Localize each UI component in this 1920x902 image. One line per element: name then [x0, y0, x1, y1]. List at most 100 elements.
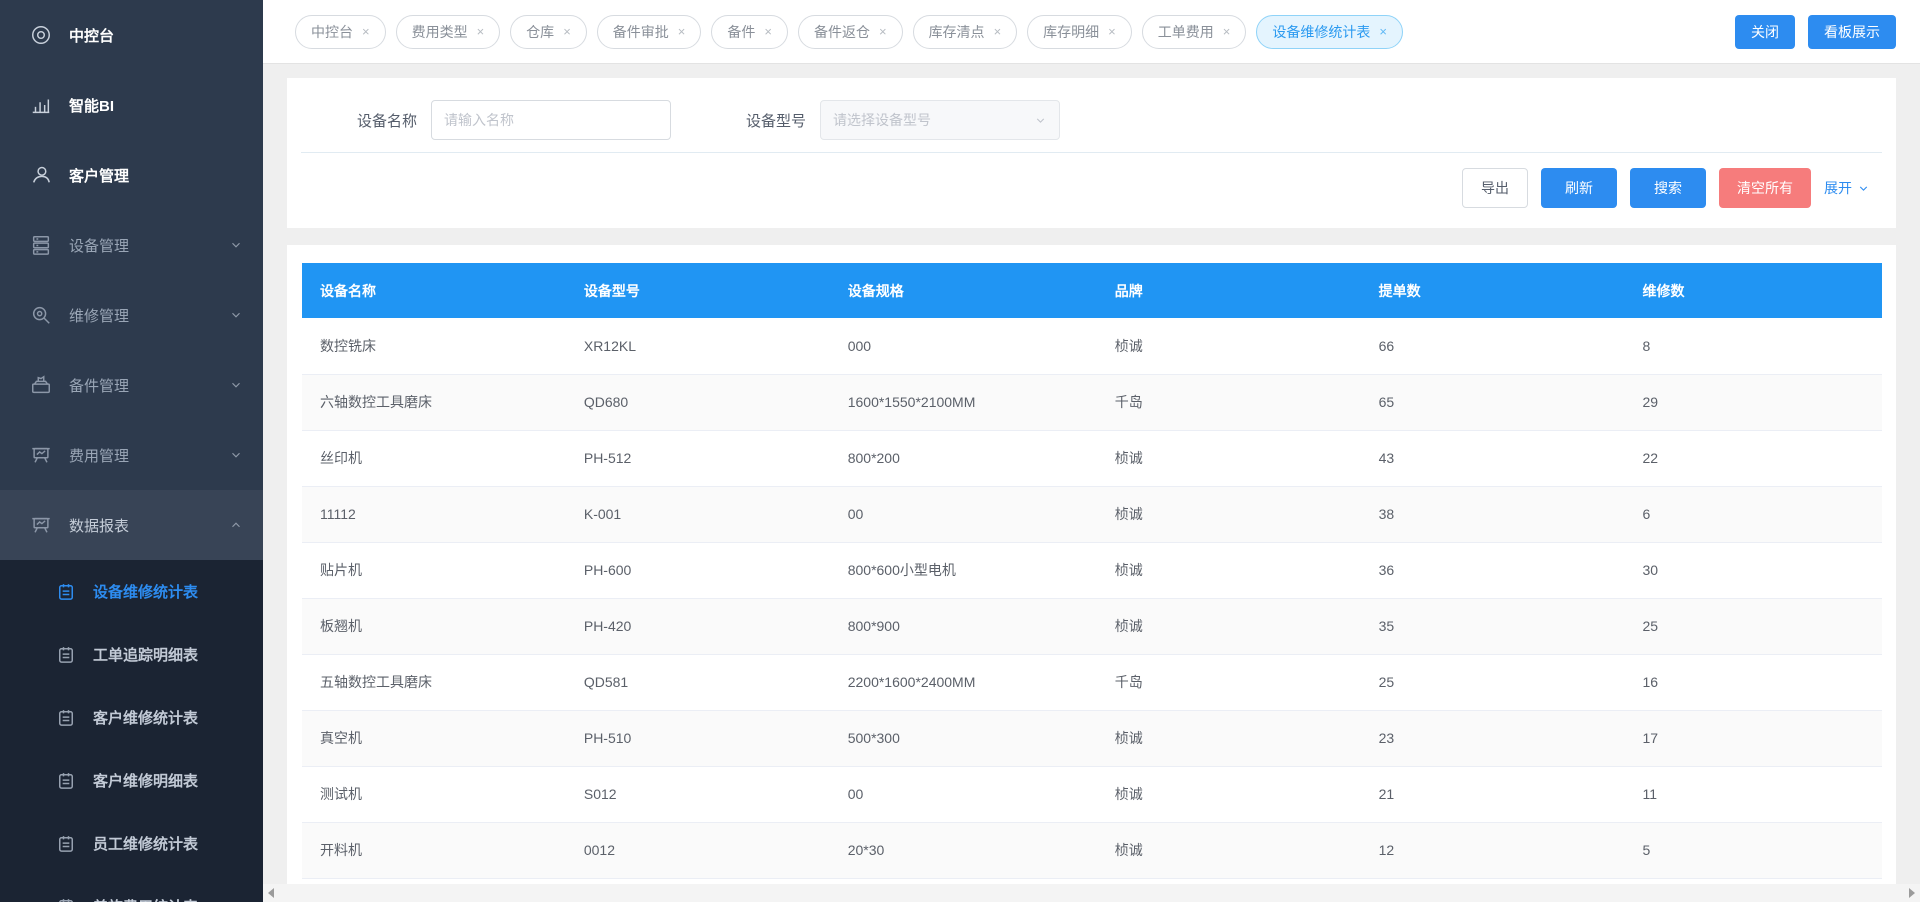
tab-close-icon[interactable]: × [477, 25, 485, 38]
cell-device-spec: 800*200 [830, 430, 1097, 486]
cell-order-count: 43 [1361, 430, 1625, 486]
sidebar-item-icon [30, 514, 52, 536]
tab-pill[interactable]: 中控台 × [295, 15, 386, 49]
clear-all-button[interactable]: 清空所有 [1719, 168, 1811, 208]
cell-order-count: 21 [1361, 766, 1625, 822]
table-row: 五轴数控工具磨床 QD581 2200*1600*2400MM 千岛 25 16 [302, 654, 1882, 710]
close-button[interactable]: 关闭 [1735, 15, 1795, 49]
sidebar-submenu-item[interactable]: 设备维修统计表 [0, 560, 263, 623]
table-header-cell: 提单数 [1361, 263, 1625, 318]
sidebar-item-label: 数据报表 [69, 515, 229, 536]
chevron-icon [229, 238, 243, 252]
cell-brand: 桢诚 [1097, 822, 1361, 878]
tab-pill[interactable]: 仓库 × [510, 15, 587, 49]
chevron-icon [229, 308, 243, 322]
sidebar-submenu-item[interactable]: 员工维修统计表 [0, 812, 263, 875]
tab-label: 备件审批 [613, 22, 669, 42]
tab-pill[interactable]: 备件返仓 × [798, 15, 903, 49]
cell-device-model: PH-512 [566, 430, 830, 486]
refresh-button[interactable]: 刷新 [1541, 168, 1617, 208]
sidebar-submenu-item[interactable]: 差旅费用统计表 [0, 875, 263, 902]
cell-device-model: QD581 [566, 654, 830, 710]
sidebar-menu-item[interactable]: 客户管理 [0, 140, 263, 210]
tab-close-icon[interactable]: × [994, 25, 1002, 38]
cell-device-spec: 000 [830, 318, 1097, 374]
sidebar-menu-item[interactable]: 费用管理 [0, 420, 263, 490]
cell-order-count: 25 [1361, 654, 1625, 710]
table-body: 数控铣床 XR12KL 000 桢诚 66 8 六轴数控工具磨床 QD680 1… [302, 318, 1882, 878]
tab-pill[interactable]: 工单费用 × [1142, 15, 1247, 49]
sidebar-item-icon [30, 24, 52, 46]
sidebar-submenu-item[interactable]: 工单追踪明细表 [0, 623, 263, 686]
cell-repair-count: 29 [1624, 374, 1882, 430]
sidebar: 中控台 智能BI 客户管理 [0, 0, 263, 902]
report-sheet-icon [56, 771, 76, 791]
sidebar-menu-item[interactable]: 数据报表 [0, 490, 263, 560]
tab-close-icon[interactable]: × [879, 25, 887, 38]
scroll-right-arrow-icon[interactable] [1909, 888, 1915, 898]
tab-label: 工单费用 [1158, 22, 1214, 42]
report-sheet-icon [56, 897, 76, 902]
table-header-cell: 品牌 [1097, 263, 1361, 318]
table-row: 数控铣床 XR12KL 000 桢诚 66 8 [302, 318, 1882, 374]
submenu-item-label: 员工维修统计表 [93, 833, 198, 854]
tab-pill[interactable]: 库存清点 × [913, 15, 1018, 49]
submenu-item-label: 设备维修统计表 [93, 581, 198, 602]
sidebar-item-label: 智能BI [69, 95, 243, 116]
device-name-label: 设备名称 [357, 110, 417, 131]
expand-label: 展开 [1824, 178, 1852, 198]
sidebar-menu-item[interactable]: 中控台 [0, 0, 263, 70]
sidebar-item-icon [30, 94, 52, 116]
sidebar-item-icon [30, 304, 52, 326]
sidebar-submenu-item[interactable]: 客户维修明细表 [0, 749, 263, 812]
cell-order-count: 12 [1361, 822, 1625, 878]
device-name-input[interactable] [431, 100, 671, 140]
tab-pill[interactable]: 设备维修统计表 × [1256, 15, 1403, 49]
tab-close-icon[interactable]: × [1379, 25, 1387, 38]
cell-device-spec: 00 [830, 486, 1097, 542]
tab-label: 备件返仓 [814, 22, 870, 42]
cell-device-name: 数控铣床 [302, 318, 566, 374]
horizontal-scrollbar[interactable] [263, 884, 1920, 902]
cell-device-name: 测试机 [302, 766, 566, 822]
board-display-button[interactable]: 看板展示 [1808, 15, 1896, 49]
sidebar-menu-item[interactable]: 维修管理 [0, 280, 263, 350]
tab-close-icon[interactable]: × [1108, 25, 1116, 38]
cell-order-count: 66 [1361, 318, 1625, 374]
export-button[interactable]: 导出 [1462, 168, 1528, 208]
tab-pill[interactable]: 费用类型 × [396, 15, 501, 49]
tab-pill[interactable]: 库存明细 × [1027, 15, 1132, 49]
device-model-label: 设备型号 [746, 110, 806, 131]
cell-repair-count: 11 [1624, 766, 1882, 822]
cell-order-count: 38 [1361, 486, 1625, 542]
tab-pill[interactable]: 备件审批 × [597, 15, 702, 49]
report-sheet-icon [56, 582, 76, 602]
cell-device-spec: 800*600小型电机 [830, 542, 1097, 598]
tab-close-icon[interactable]: × [678, 25, 686, 38]
cell-brand: 桢诚 [1097, 710, 1361, 766]
tab-label: 库存明细 [1043, 22, 1099, 42]
cell-device-model: 0012 [566, 822, 830, 878]
sidebar-menu-item[interactable]: 智能BI [0, 70, 263, 140]
device-model-placeholder: 请选择设备型号 [833, 110, 931, 130]
cell-device-name: 开料机 [302, 822, 566, 878]
sidebar-menu-item[interactable]: 备件管理 [0, 350, 263, 420]
tab-close-icon[interactable]: × [362, 25, 370, 38]
tab-label: 仓库 [526, 22, 554, 42]
cell-repair-count: 8 [1624, 318, 1882, 374]
sidebar-menu: 中控台 智能BI 客户管理 [0, 0, 263, 902]
cell-device-model: QD680 [566, 374, 830, 430]
table-header-cell: 设备名称 [302, 263, 566, 318]
expand-toggle[interactable]: 展开 [1824, 178, 1870, 198]
cell-brand: 桢诚 [1097, 318, 1361, 374]
search-button[interactable]: 搜索 [1630, 168, 1706, 208]
tab-pill[interactable]: 备件 × [711, 15, 788, 49]
tab-close-icon[interactable]: × [1223, 25, 1231, 38]
sidebar-menu-item[interactable]: 设备管理 [0, 210, 263, 280]
device-model-select[interactable]: 请选择设备型号 [820, 100, 1060, 140]
cell-brand: 桢诚 [1097, 486, 1361, 542]
tab-close-icon[interactable]: × [563, 25, 571, 38]
sidebar-submenu-item[interactable]: 客户维修统计表 [0, 686, 263, 749]
scroll-left-arrow-icon[interactable] [268, 888, 274, 898]
tab-close-icon[interactable]: × [764, 25, 772, 38]
